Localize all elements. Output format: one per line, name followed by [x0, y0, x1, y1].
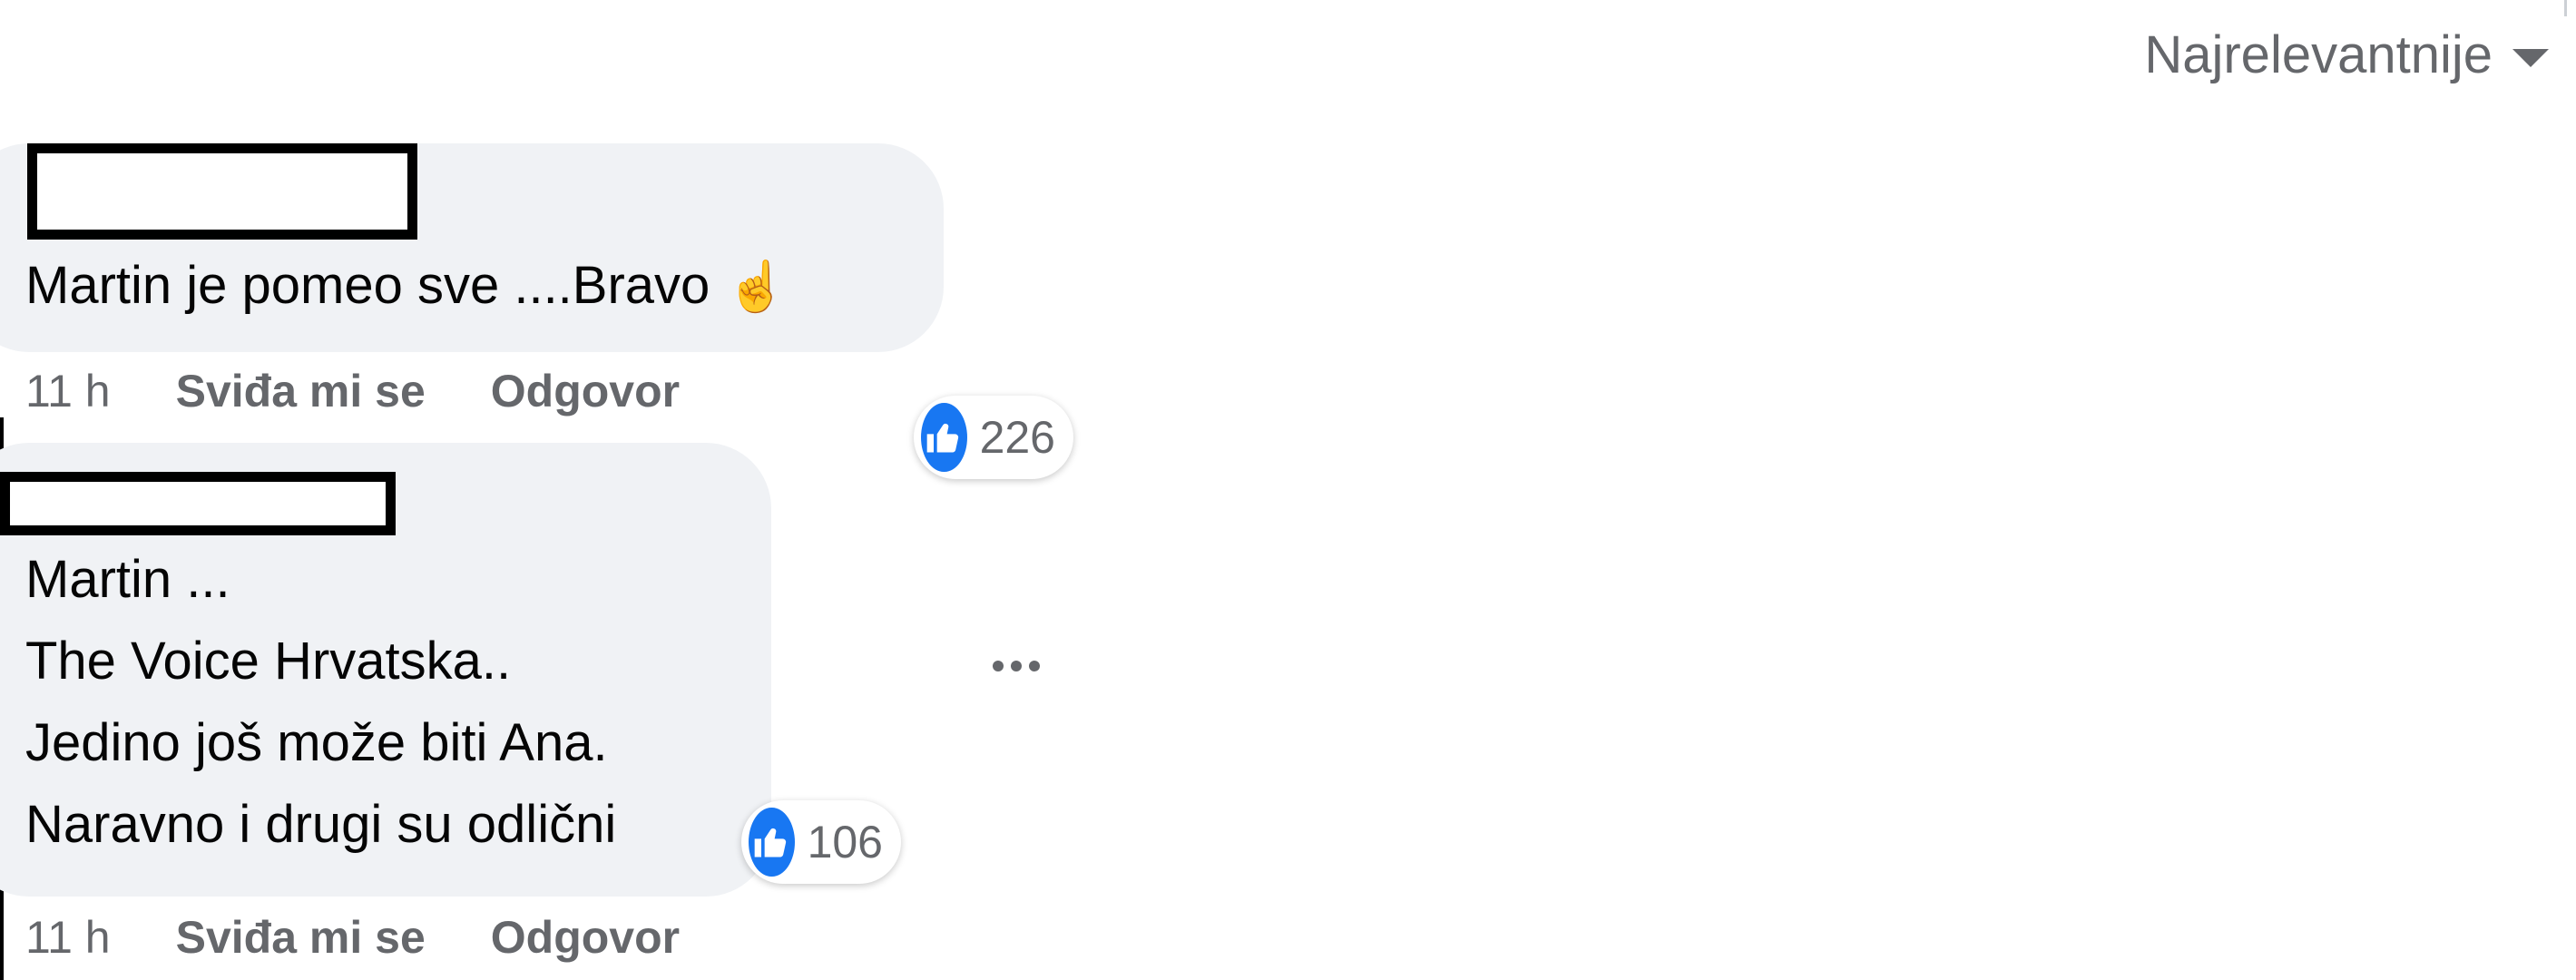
- reaction-count: 106: [807, 817, 883, 867]
- comment-timestamp[interactable]: 11 h: [25, 911, 111, 964]
- like-button[interactable]: Sviđa mi se: [176, 911, 426, 964]
- scrollbar-edge: [2564, 0, 2567, 16]
- comment-timestamp[interactable]: 11 h: [25, 365, 111, 417]
- reaction-count: 226: [979, 412, 1055, 463]
- pointing-up-emoji: ☝: [726, 260, 788, 314]
- reply-button[interactable]: Odgovor: [491, 365, 680, 417]
- sort-dropdown[interactable]: Najrelevantnije: [2144, 22, 2549, 87]
- sort-label: Najrelevantnije: [2144, 24, 2493, 84]
- comment-actions: 11 h Sviđa mi se Odgovor: [25, 911, 745, 964]
- reaction-summary[interactable]: 106: [741, 800, 901, 884]
- redacted-author-name: [0, 472, 396, 535]
- reply-button[interactable]: Odgovor: [491, 911, 680, 964]
- reaction-summary[interactable]: 226: [914, 396, 1073, 479]
- thumbs-up-icon: [921, 403, 967, 472]
- comment-bubble: Martin je pomeo sve ....Bravo ☝ 226: [0, 143, 1073, 479]
- comment-text: Martin je pomeo sve ....Bravo ☝: [25, 245, 788, 328]
- redacted-author-name: [27, 143, 417, 240]
- comment-text: Martin ... The Voice Hrvatska.. Jedino j…: [25, 550, 617, 854]
- caret-down-icon: [2512, 49, 2549, 67]
- comment-actions: 11 h Sviđa mi se Odgovor: [25, 365, 745, 417]
- comment-bubble: Martin ... The Voice Hrvatska.. Jedino j…: [0, 443, 901, 897]
- more-options-icon[interactable]: [984, 652, 1049, 681]
- thumbs-up-icon: [749, 808, 795, 877]
- like-button[interactable]: Sviđa mi se: [176, 365, 426, 417]
